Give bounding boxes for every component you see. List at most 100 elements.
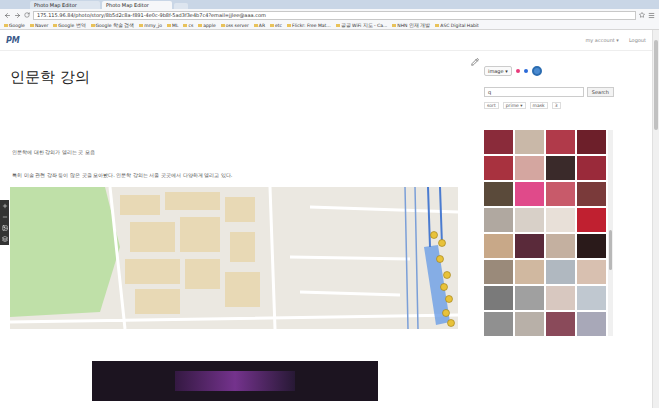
minus-icon [2, 214, 8, 220]
photo-thumbnail[interactable] [546, 286, 575, 310]
folder-icon [392, 24, 396, 27]
photo-thumbnail[interactable] [484, 260, 513, 284]
photo-thumbnail[interactable] [515, 260, 544, 284]
source-select[interactable]: image ▾ [484, 66, 512, 76]
browser-tab[interactable]: Photo Map Editor [102, 1, 172, 9]
gallery-scrollbar[interactable] [608, 130, 613, 336]
filter-option[interactable]: mask [530, 102, 548, 109]
folder-icon [221, 24, 225, 27]
bookmark-star-icon[interactable] [639, 12, 645, 18]
photo-thumbnail[interactable] [546, 156, 575, 180]
photo-thumbnail[interactable] [546, 130, 575, 154]
search-button[interactable]: Search [587, 87, 614, 97]
photo-thumbnail[interactable] [577, 260, 606, 284]
bookmark[interactable]: mmy_jo [139, 23, 162, 28]
photo-thumbnail[interactable] [577, 208, 606, 232]
edit-button[interactable] [470, 57, 480, 67]
back-icon[interactable] [4, 12, 11, 19]
story-main: 인문학 강의인문학에 대한 강의가 열리는 곳 모음특히 미술 관련 강좌 등이… [0, 51, 470, 408]
filter-option[interactable]: prime ▾ [503, 102, 526, 109]
bookmark[interactable]: Flickr: Free Mat... [287, 23, 331, 28]
photo-thumbnail[interactable] [515, 234, 544, 258]
browser-tab[interactable]: Photo Map Editor [30, 1, 100, 9]
image-icon [2, 225, 8, 231]
photo-thumbnail[interactable] [546, 312, 575, 336]
photo-thumbnail[interactable] [546, 208, 575, 232]
search-field[interactable]: q [484, 87, 584, 97]
photo-thumbnail[interactable] [515, 156, 544, 180]
bookmark[interactable]: ASC Digital Habit [435, 23, 479, 28]
forward-icon[interactable] [14, 12, 21, 19]
tool-button[interactable] [1, 235, 8, 243]
photo-thumbnail[interactable] [515, 208, 544, 232]
reload-icon[interactable] [24, 12, 30, 18]
bookmark[interactable]: ML [167, 23, 178, 28]
photo-thumbnail[interactable] [577, 234, 606, 258]
photo-thumbnail[interactable] [577, 130, 606, 154]
photo-thumbnail[interactable] [577, 286, 606, 310]
photo-thumbnail[interactable] [484, 312, 513, 336]
folder-icon [30, 24, 34, 27]
photo-thumbnail[interactable] [515, 312, 544, 336]
photo-thumbnail[interactable] [484, 182, 513, 206]
bookmark[interactable]: apple [198, 23, 216, 28]
photo-thumbnail[interactable] [515, 182, 544, 206]
map[interactable] [10, 187, 458, 329]
folder-icon [287, 24, 291, 27]
bookmark[interactable]: AR [254, 23, 265, 28]
folder-icon [91, 24, 95, 27]
photo-thumbnail[interactable] [484, 130, 513, 154]
header-link[interactable]: my account ▾ [585, 37, 618, 43]
gallery-scroll-thumb[interactable] [609, 230, 612, 270]
bookmark[interactable]: etc [270, 23, 282, 28]
bookmark[interactable]: Naver [30, 23, 48, 28]
search-row: qSearch [484, 87, 614, 97]
menu-icon[interactable] [648, 12, 655, 19]
story-paragraph[interactable]: 인문학에 대한 강의가 열리는 곳 모음 [12, 149, 470, 156]
photo-thumbnail[interactable] [515, 286, 544, 310]
tool-button[interactable] [1, 213, 8, 221]
folder-icon [336, 24, 340, 27]
bookmark[interactable]: Google 번역 [53, 23, 85, 28]
bookmark[interactable]: Google 학술 검색 [91, 23, 135, 28]
photo-thumbnail[interactable] [577, 312, 606, 336]
photo-thumbnail[interactable] [484, 208, 513, 232]
photo-thumbnail[interactable] [484, 286, 513, 310]
filter-option[interactable]: 3 [552, 102, 561, 109]
bookmark[interactable]: cs [183, 23, 193, 28]
folder-icon [4, 24, 8, 27]
logo[interactable]: PM [6, 36, 20, 45]
url-field[interactable]: 175.115.96.84/photo/story/8b5d2c8a-f891-… [33, 11, 636, 20]
photo-thumbnail[interactable] [484, 156, 513, 180]
story-paragraph[interactable]: 특히 미술 관련 강좌 등이 많은 곳을 모아봤다. 인문학 강의는 서울 곳곳… [12, 172, 470, 179]
page-scroll-thumb[interactable] [654, 40, 658, 130]
bookmark[interactable]: oss server [221, 23, 249, 28]
sidebar: image ▾ qSearch sort prime ▾ mask 3 [470, 51, 652, 408]
bookmark[interactable]: NHN 인재 개발 [392, 23, 430, 28]
tool-button[interactable] [1, 202, 8, 210]
account-circle-icon[interactable] [532, 66, 542, 76]
story-title[interactable]: 인문학 강의 [10, 67, 470, 87]
filter-row: sort prime ▾ mask 3 [484, 102, 614, 109]
photo-thumbnail[interactable] [546, 182, 575, 206]
video-frame[interactable] [92, 361, 378, 401]
photo-thumbnail[interactable] [577, 156, 606, 180]
photo-thumbnail[interactable] [515, 130, 544, 154]
photo-thumbnail[interactable] [546, 234, 575, 258]
page-scrollbar[interactable] [652, 30, 659, 408]
folder-icon [198, 24, 202, 27]
header-links: my account ▾ Logout [585, 37, 646, 43]
photo-thumbnail[interactable] [546, 260, 575, 284]
layers-icon [2, 236, 8, 242]
folder-icon [270, 24, 274, 27]
bookmark[interactable]: Google [4, 23, 25, 28]
folder-icon [167, 24, 171, 27]
photo-thumbnail[interactable] [577, 182, 606, 206]
bookmark[interactable]: 공공 WiFi 지도 - Ca... [336, 23, 388, 28]
photo-gallery [484, 130, 606, 336]
photo-thumbnail[interactable] [484, 234, 513, 258]
header-link[interactable]: Logout [629, 37, 646, 43]
tool-button[interactable] [1, 224, 8, 232]
folder-icon [139, 24, 143, 27]
filter-option[interactable]: sort [484, 102, 499, 109]
